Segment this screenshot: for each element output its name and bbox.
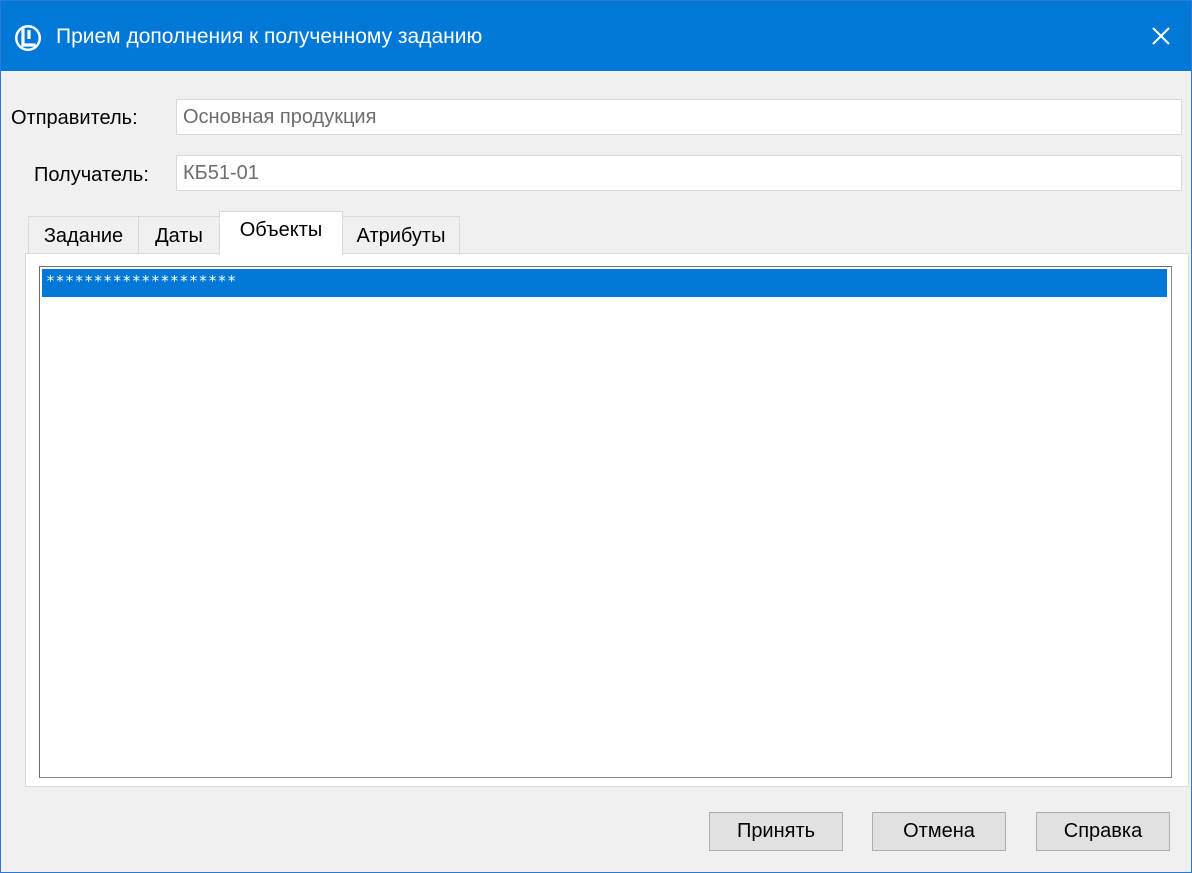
window-title: Прием дополнения к полученному заданию xyxy=(56,25,483,48)
close-button[interactable] xyxy=(1131,1,1191,71)
recipient-label: Получатель: xyxy=(34,164,149,186)
title-bar[interactable]: Прием дополнения к полученному заданию xyxy=(1,1,1191,71)
dialog-window: Прием дополнения к полученному заданию О… xyxy=(0,0,1192,873)
sender-label: Отправитель: xyxy=(11,107,138,129)
tab-zadanie[interactable]: Задание xyxy=(28,216,139,253)
help-button[interactable]: Справка xyxy=(1036,812,1170,851)
objects-tab-panel: ******************** xyxy=(25,253,1189,787)
list-item[interactable]: ******************** xyxy=(42,269,1167,297)
close-icon xyxy=(1152,27,1170,45)
sender-field[interactable]: Основная продукция xyxy=(176,99,1182,135)
tab-daty[interactable]: Даты xyxy=(138,216,220,253)
recipient-field[interactable]: КБ51-01 xyxy=(176,155,1182,191)
app-logo-icon xyxy=(15,25,41,51)
tab-atributy[interactable]: Атрибуты xyxy=(342,216,460,253)
accept-button[interactable]: Принять xyxy=(709,812,843,851)
tab-obekty[interactable]: Объекты xyxy=(219,211,343,255)
cancel-button[interactable]: Отмена xyxy=(872,812,1006,851)
objects-listbox[interactable]: ******************** xyxy=(39,266,1172,778)
